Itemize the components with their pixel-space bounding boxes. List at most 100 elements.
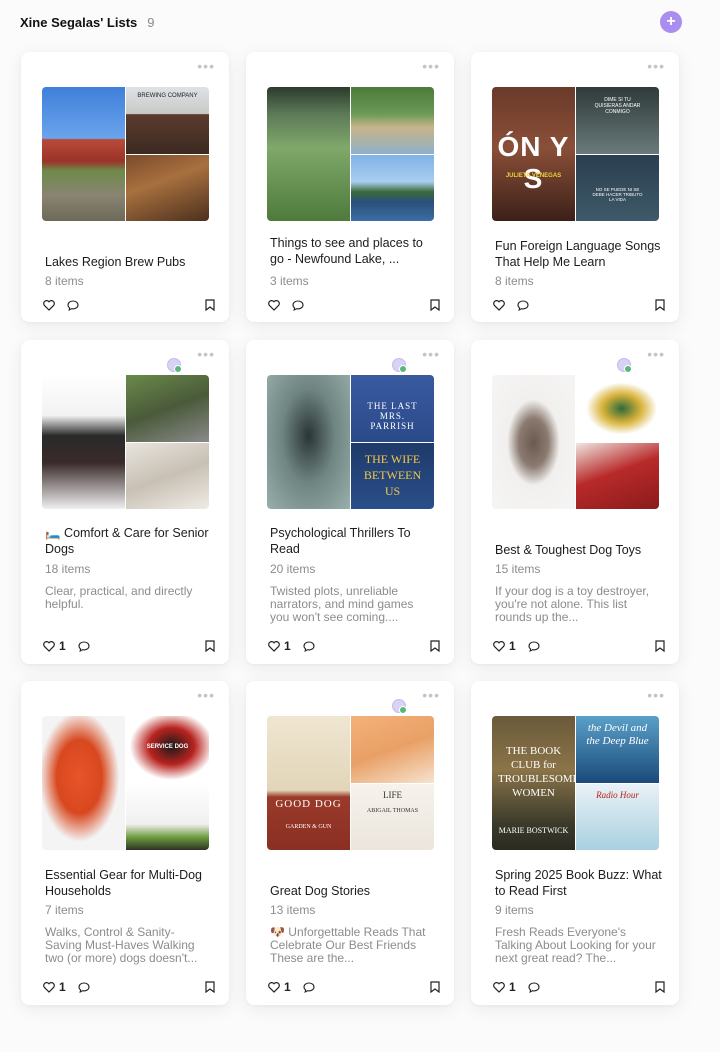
bookmark-icon xyxy=(205,299,215,311)
like-button[interactable]: 1 xyxy=(493,639,516,653)
collaborators-icon[interactable] xyxy=(392,699,407,714)
comment-button[interactable] xyxy=(303,640,315,652)
collaborators-icon[interactable] xyxy=(392,358,407,373)
more-options-icon[interactable]: ••• xyxy=(197,59,215,73)
add-list-button[interactable]: + xyxy=(660,11,682,33)
page-title: Xine Segalas' Lists xyxy=(20,14,138,30)
cover-image-beaver-toy xyxy=(492,375,575,509)
song-caption-top: DIME SI TU QUISIERAS ANDAR CONMIGO xyxy=(594,97,641,115)
song-caption-bottom: NO SE PUEDE NI SE DEBE HACER TRIBUTO LA … xyxy=(592,187,643,202)
list-card[interactable]: ••• 🛏️ Comfort & Care for Senior Dogs 18… xyxy=(21,340,229,664)
like-button[interactable] xyxy=(493,299,505,311)
comment-button[interactable] xyxy=(78,640,90,652)
bookmark-icon xyxy=(430,981,440,993)
list-card[interactable]: ••• Things to see and places to go - New… xyxy=(246,52,454,322)
list-card[interactable]: ••• GOOD DOG GARDEN & GUN LIFE ABIGAIL T… xyxy=(246,681,454,1005)
book-author-text: MARIE BOSTWICK xyxy=(498,826,569,835)
list-title[interactable]: Essential Gear for Multi-Dog Households xyxy=(45,867,215,899)
cover-image-duck-toy xyxy=(576,375,659,442)
like-button[interactable]: 1 xyxy=(43,980,66,994)
more-options-icon[interactable]: ••• xyxy=(422,347,440,361)
comment-button[interactable] xyxy=(528,981,540,993)
more-options-icon[interactable]: ••• xyxy=(197,688,215,702)
bookmark-icon xyxy=(205,981,215,993)
like-count: 1 xyxy=(509,639,516,653)
comment-icon xyxy=(528,981,540,993)
item-count: 15 items xyxy=(495,562,541,576)
comment-icon xyxy=(303,981,315,993)
cover-image-brewery: BREWING COMPANY xyxy=(126,87,209,154)
list-title[interactable]: Lakes Region Brew Pubs xyxy=(45,254,215,270)
bookmark-button[interactable] xyxy=(655,640,665,652)
list-card[interactable]: ••• SERVICE DOG Essential Gear for Multi… xyxy=(21,681,229,1005)
bookmark-button[interactable] xyxy=(205,981,215,993)
like-button[interactable]: 1 xyxy=(43,639,66,653)
list-card[interactable]: ••• THE LAST MRS. PARRISH THE WIFE BETWE… xyxy=(246,340,454,664)
like-button[interactable]: 1 xyxy=(268,980,291,994)
comment-icon xyxy=(78,981,90,993)
list-description: Fresh Reads Everyone's Talking About Loo… xyxy=(495,926,656,965)
bookmark-icon xyxy=(205,640,215,652)
heart-icon xyxy=(43,640,55,652)
more-options-icon[interactable]: ••• xyxy=(647,688,665,702)
bookmark-button[interactable] xyxy=(430,981,440,993)
item-count: 7 items xyxy=(45,903,84,917)
collaborators-icon[interactable] xyxy=(617,358,632,373)
bookmark-button[interactable] xyxy=(205,299,215,311)
comment-button[interactable] xyxy=(292,299,304,311)
album-artist-text: JULIETA VENEGAS xyxy=(505,173,562,179)
like-button[interactable]: 1 xyxy=(268,639,291,653)
comment-button[interactable] xyxy=(528,640,540,652)
cover-image-dog-with-toy xyxy=(576,443,659,509)
book-title-text: LIFE xyxy=(383,790,402,800)
list-title[interactable]: Best & Toughest Dog Toys xyxy=(495,542,665,558)
bookmark-button[interactable] xyxy=(205,640,215,652)
list-title[interactable]: Things to see and places to go - Newfoun… xyxy=(270,235,440,267)
more-options-icon[interactable]: ••• xyxy=(647,59,665,73)
comment-button[interactable] xyxy=(303,981,315,993)
bookmark-button[interactable] xyxy=(655,299,665,311)
bookmark-button[interactable] xyxy=(430,299,440,311)
like-button[interactable]: 1 xyxy=(493,980,516,994)
list-title[interactable]: Great Dog Stories xyxy=(270,883,440,899)
bookmark-icon xyxy=(655,981,665,993)
list-title[interactable]: Fun Foreign Language Songs That Help Me … xyxy=(495,238,665,270)
list-title[interactable]: 🛏️ Comfort & Care for Senior Dogs xyxy=(45,525,215,557)
card-actions xyxy=(43,297,215,313)
list-card[interactable]: ••• ÓN Y S JULIETA VENEGAS DIME SI TU QU… xyxy=(471,52,679,322)
cover-image-album-art: ÓN Y S JULIETA VENEGAS xyxy=(492,87,575,221)
list-cover-collage xyxy=(42,375,209,509)
more-options-icon[interactable]: ••• xyxy=(647,347,665,361)
more-options-icon[interactable]: ••• xyxy=(422,59,440,73)
card-actions: 1 xyxy=(268,979,440,995)
list-cover-collage: SERVICE DOG xyxy=(42,716,209,850)
bookmark-button[interactable] xyxy=(655,981,665,993)
list-card[interactable]: ••• THE BOOK CLUB for TROUBLESOME WOMEN … xyxy=(471,681,679,1005)
like-button[interactable] xyxy=(43,299,55,311)
comment-button[interactable] xyxy=(67,299,79,311)
book-title-text: Radio Hour xyxy=(596,790,639,800)
bookmark-button[interactable] xyxy=(430,640,440,652)
cover-image-husky xyxy=(126,443,209,509)
like-count: 1 xyxy=(284,639,291,653)
cover-image-song-still-1: DIME SI TU QUISIERAS ANDAR CONMIGO xyxy=(576,87,659,154)
cover-image-book-devil-deep-blue: the Devil and the Deep Blue xyxy=(576,716,659,783)
more-options-icon[interactable]: ••• xyxy=(422,688,440,702)
list-card[interactable]: ••• Best & Toughest Dog Toys 15 items If… xyxy=(471,340,679,664)
book-title-text: GOOD DOG xyxy=(275,798,342,810)
list-description: Clear, practical, and directly helpful. xyxy=(45,585,193,611)
comment-button[interactable] xyxy=(517,299,529,311)
cover-image-book-good-dog: GOOD DOG GARDEN & GUN xyxy=(267,716,350,850)
comment-icon xyxy=(292,299,304,311)
list-title[interactable]: Psychological Thrillers To Read xyxy=(270,525,440,557)
collaborators-icon[interactable] xyxy=(167,358,182,373)
list-card[interactable]: ••• BREWING COMPANY Lakes Region Brew Pu… xyxy=(21,52,229,322)
like-button[interactable] xyxy=(268,299,280,311)
cover-image-multi-leash xyxy=(126,784,209,850)
comment-button[interactable] xyxy=(78,981,90,993)
cover-image-song-still-2: NO SE PUEDE NI SE DEBE HACER TRIBUTO LA … xyxy=(576,155,659,221)
vest-text: SERVICE DOG xyxy=(146,744,189,750)
more-options-icon[interactable]: ••• xyxy=(197,347,215,361)
card-actions: 1 xyxy=(493,979,665,995)
list-title[interactable]: Spring 2025 Book Buzz: What to Read Firs… xyxy=(495,867,665,899)
